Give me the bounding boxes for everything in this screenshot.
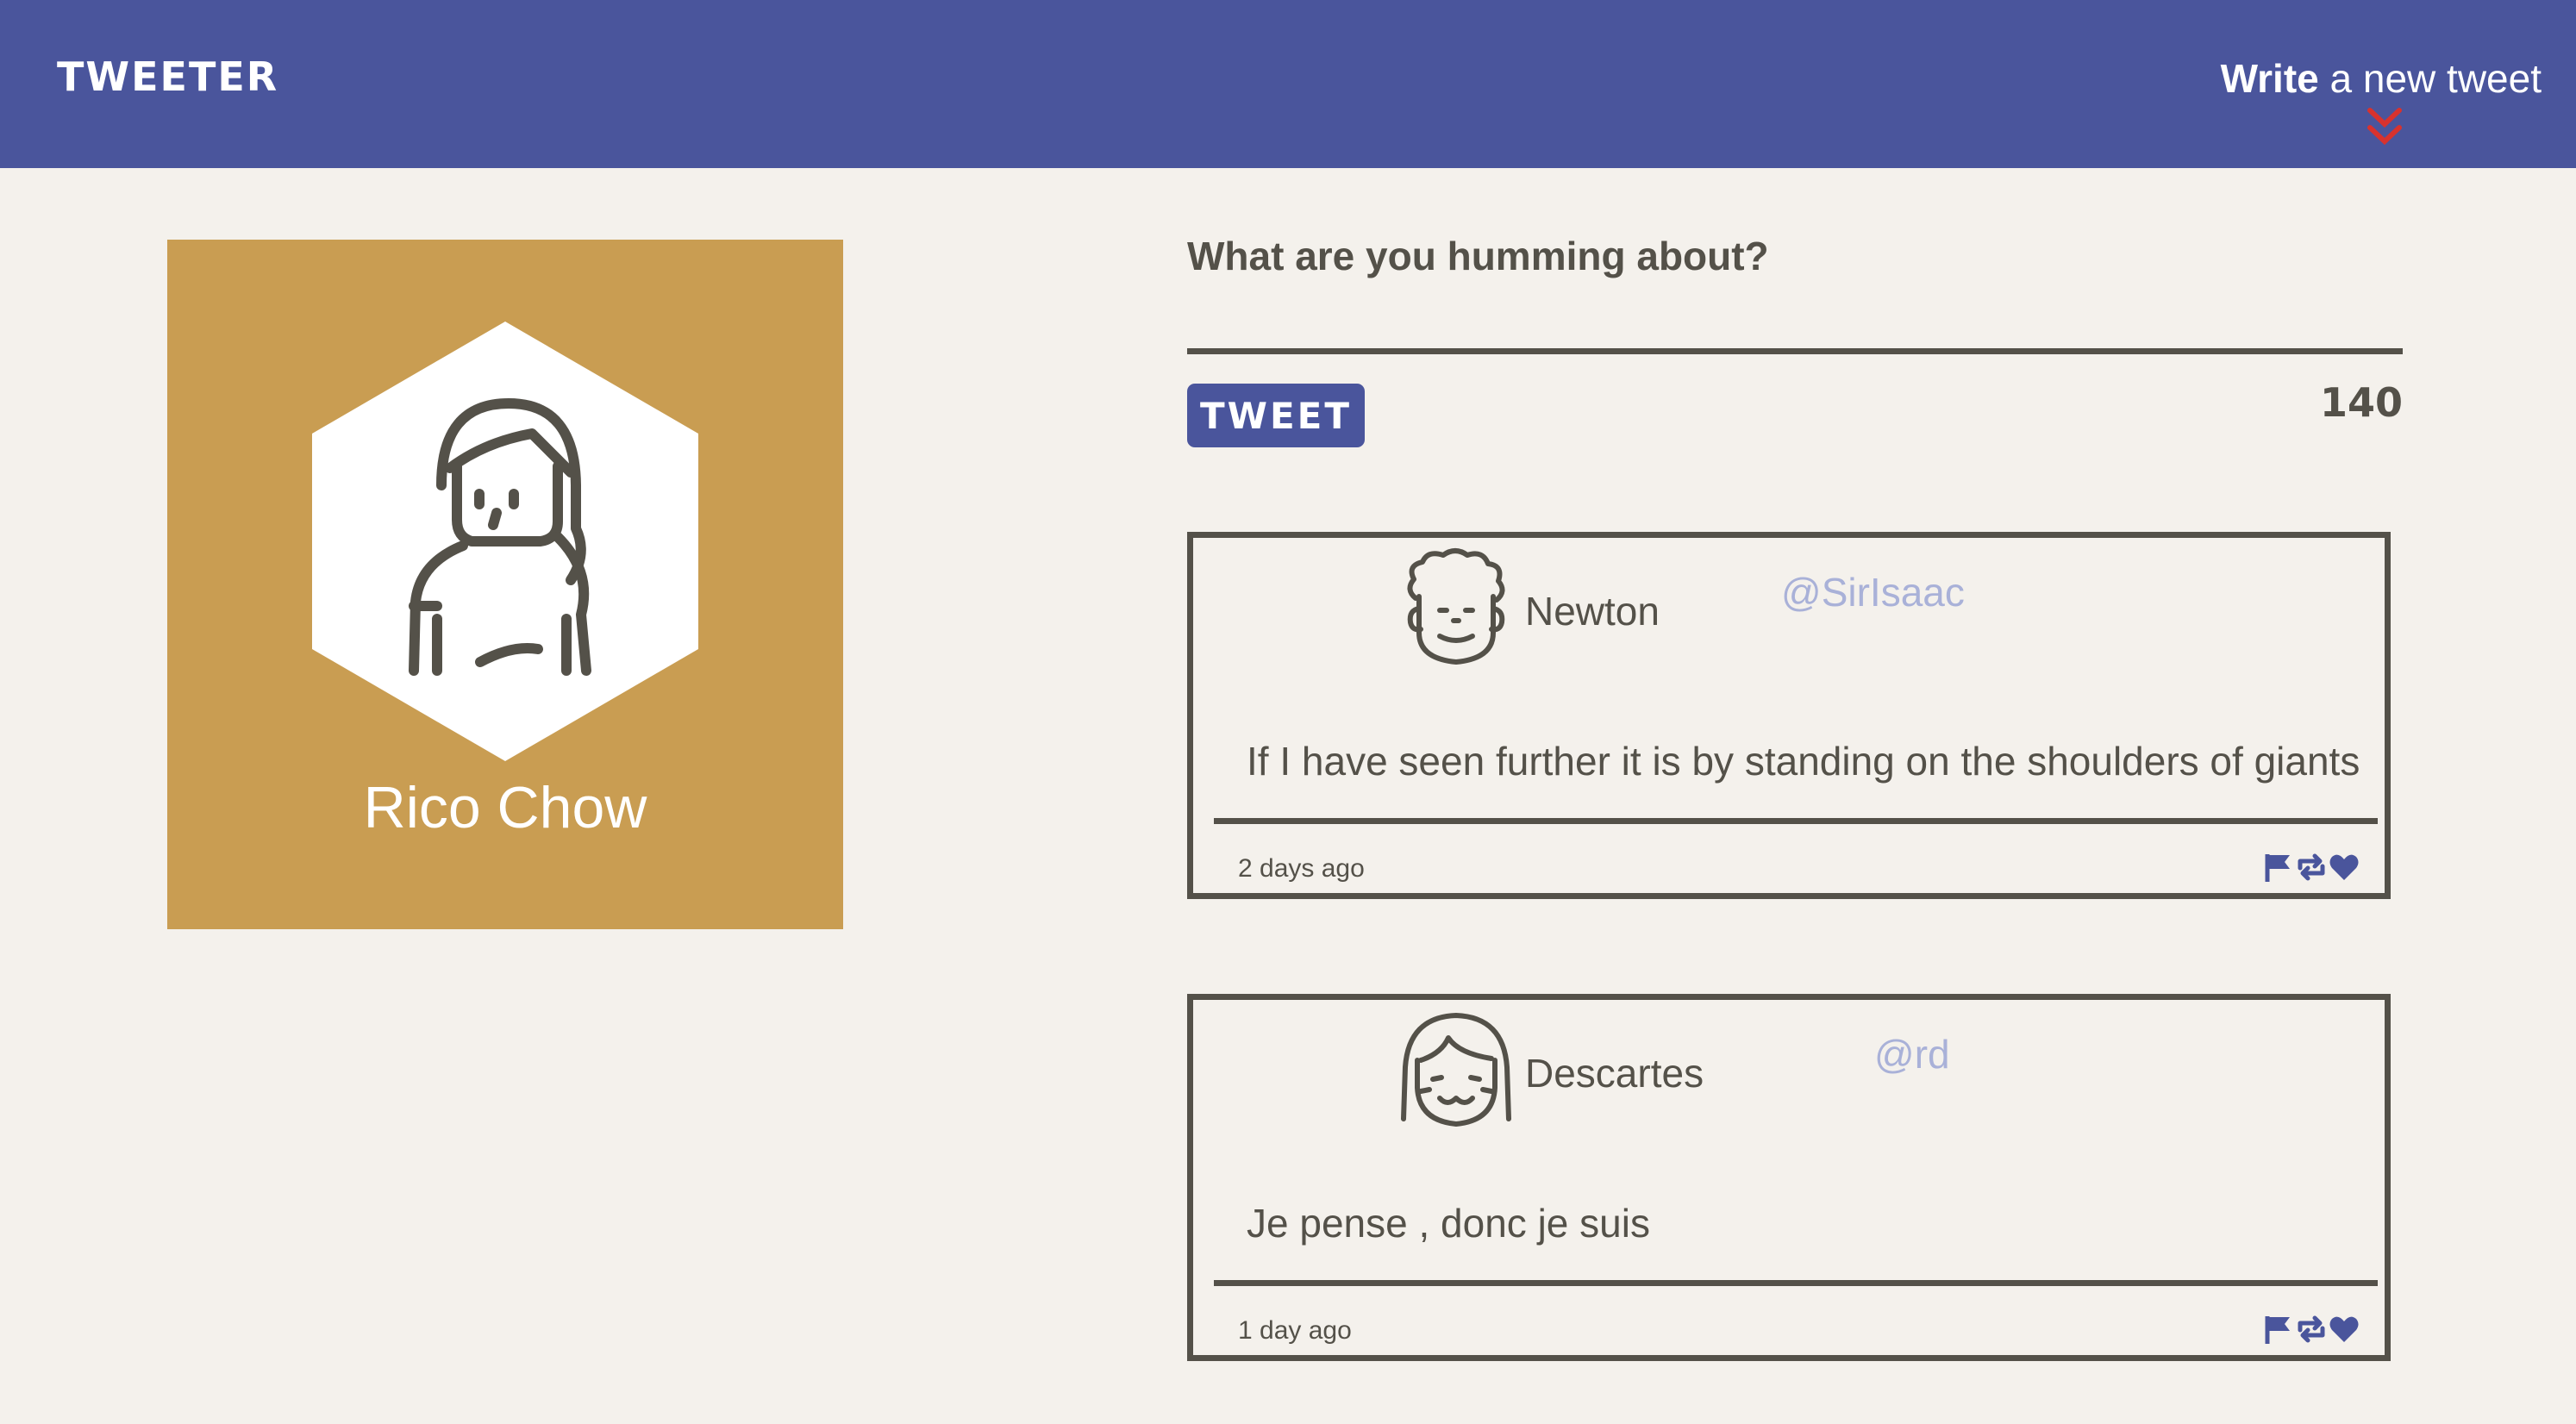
curly-hair-man-icon	[1407, 548, 1505, 665]
profile-avatar	[312, 322, 698, 761]
write-label: Write	[2220, 56, 2319, 101]
char-counter: 140	[2319, 379, 2403, 426]
write-rest-label: a new tweet	[2318, 56, 2542, 101]
heart-icon[interactable]	[2328, 1313, 2360, 1346]
bob-hair-person-icon	[1401, 1013, 1511, 1127]
compose-input-underline[interactable]	[1187, 348, 2403, 354]
retweet-icon[interactable]	[2295, 1313, 2328, 1346]
flag-icon[interactable]	[2262, 1313, 2295, 1346]
tweet-content: If I have seen further it is by standing…	[1247, 739, 2360, 784]
tweet-divider	[1214, 818, 2378, 824]
tweet-actions	[2262, 851, 2360, 884]
retweet-icon[interactable]	[2295, 851, 2328, 884]
tweet-button[interactable]: TWEET	[1187, 384, 1365, 447]
tweet-card: Descartes @rd Je pense , donc je suis 1 …	[1187, 994, 2391, 1361]
tweet-handle[interactable]: @rd	[1874, 1031, 1950, 1077]
brand-logo[interactable]: TWEETER	[57, 53, 278, 100]
tweet-card: Newton @SirIsaac If I have seen further …	[1187, 532, 2391, 899]
write-tweet-link[interactable]: Write a new tweet	[2179, 55, 2542, 102]
compose-prompt[interactable]: What are you humming about?	[1187, 233, 1769, 279]
profile-name: Rico Chow	[363, 775, 647, 840]
tweet-author[interactable]: Newton	[1525, 588, 1660, 634]
double-chevron-down-icon[interactable]	[2365, 105, 2404, 150]
tweet-actions	[2262, 1313, 2360, 1346]
heart-icon[interactable]	[2328, 851, 2360, 884]
tweet-divider	[1214, 1280, 2378, 1286]
tweet-age: 2 days ago	[1238, 854, 1365, 883]
profile-card: Rico Chow	[167, 240, 843, 929]
tweet-content: Je pense , donc je suis	[1247, 1201, 1650, 1246]
tweet-age: 1 day ago	[1238, 1316, 1352, 1345]
tweet-handle[interactable]: @SirIsaac	[1781, 569, 1965, 615]
flag-icon[interactable]	[2262, 851, 2295, 884]
top-nav: TWEETER Write a new tweet	[0, 0, 2576, 168]
tweet-author[interactable]: Descartes	[1525, 1050, 1704, 1096]
